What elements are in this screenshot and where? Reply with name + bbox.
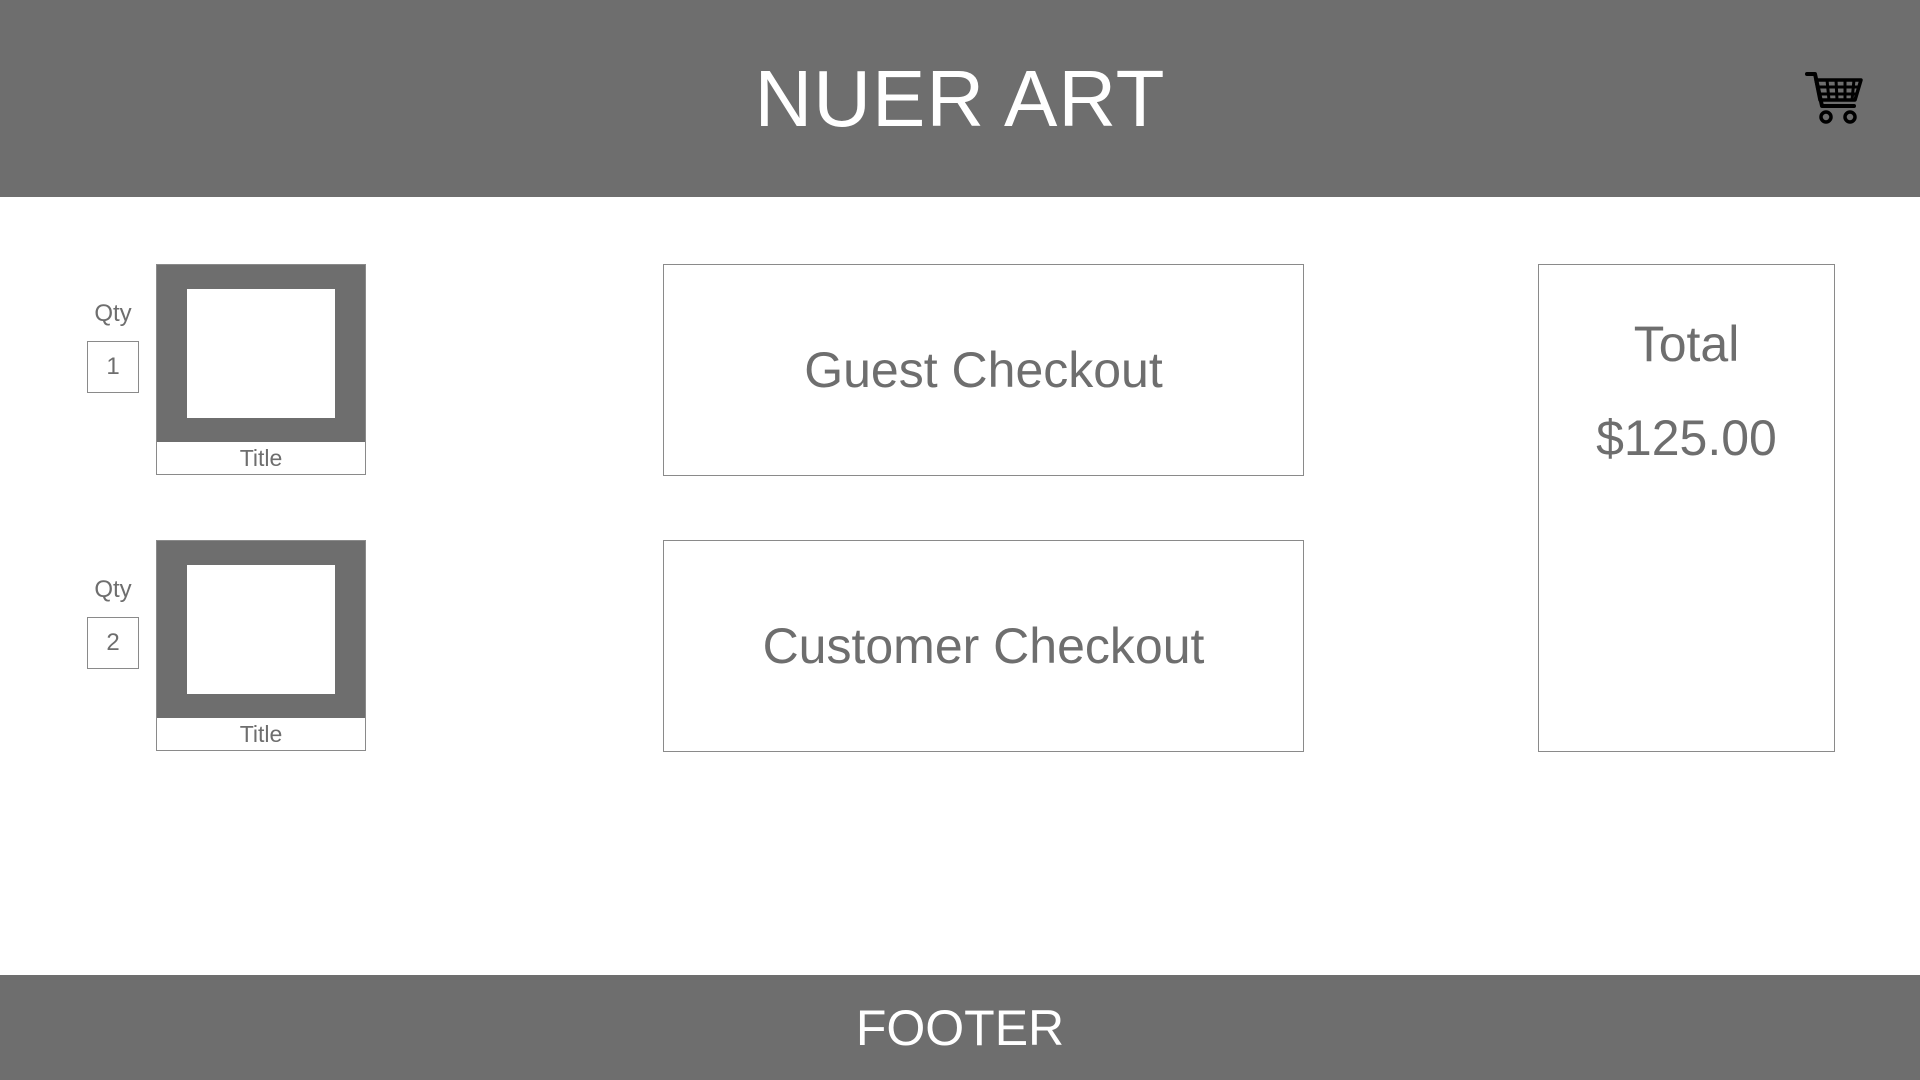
- product-card-item-1[interactable]: Title: [156, 264, 366, 475]
- qty-input-item-1[interactable]: [87, 341, 139, 393]
- footer-label: FOOTER: [855, 999, 1065, 1056]
- customer-checkout-button[interactable]: Customer Checkout: [663, 540, 1304, 752]
- product-frame: [157, 265, 365, 442]
- shopping-cart-icon[interactable]: [1805, 70, 1863, 126]
- product-title: Title: [239, 445, 283, 471]
- guest-checkout-button[interactable]: Guest Checkout: [663, 264, 1304, 476]
- brand-logo-text[interactable]: NUER ART: [0, 0, 1920, 197]
- product-image-placeholder: [187, 289, 335, 418]
- total-amount: $125.00: [1596, 410, 1777, 466]
- qty-group-item-1: Qty: [87, 299, 139, 393]
- qty-label: Qty: [94, 300, 132, 327]
- product-card-item-2[interactable]: Title: [156, 540, 366, 751]
- total-label: Total: [1633, 316, 1740, 372]
- order-total-panel: Total $125.00: [1538, 264, 1835, 752]
- qty-input-item-2[interactable]: [87, 617, 139, 669]
- qty-group-item-2: Qty: [87, 575, 139, 669]
- footer-bar: FOOTER: [0, 975, 1920, 1080]
- product-title: Title: [239, 721, 283, 747]
- product-image-placeholder: [187, 565, 335, 694]
- product-frame: [157, 541, 365, 718]
- qty-label: Qty: [94, 576, 132, 603]
- header-bar: NUER ART: [0, 0, 1920, 197]
